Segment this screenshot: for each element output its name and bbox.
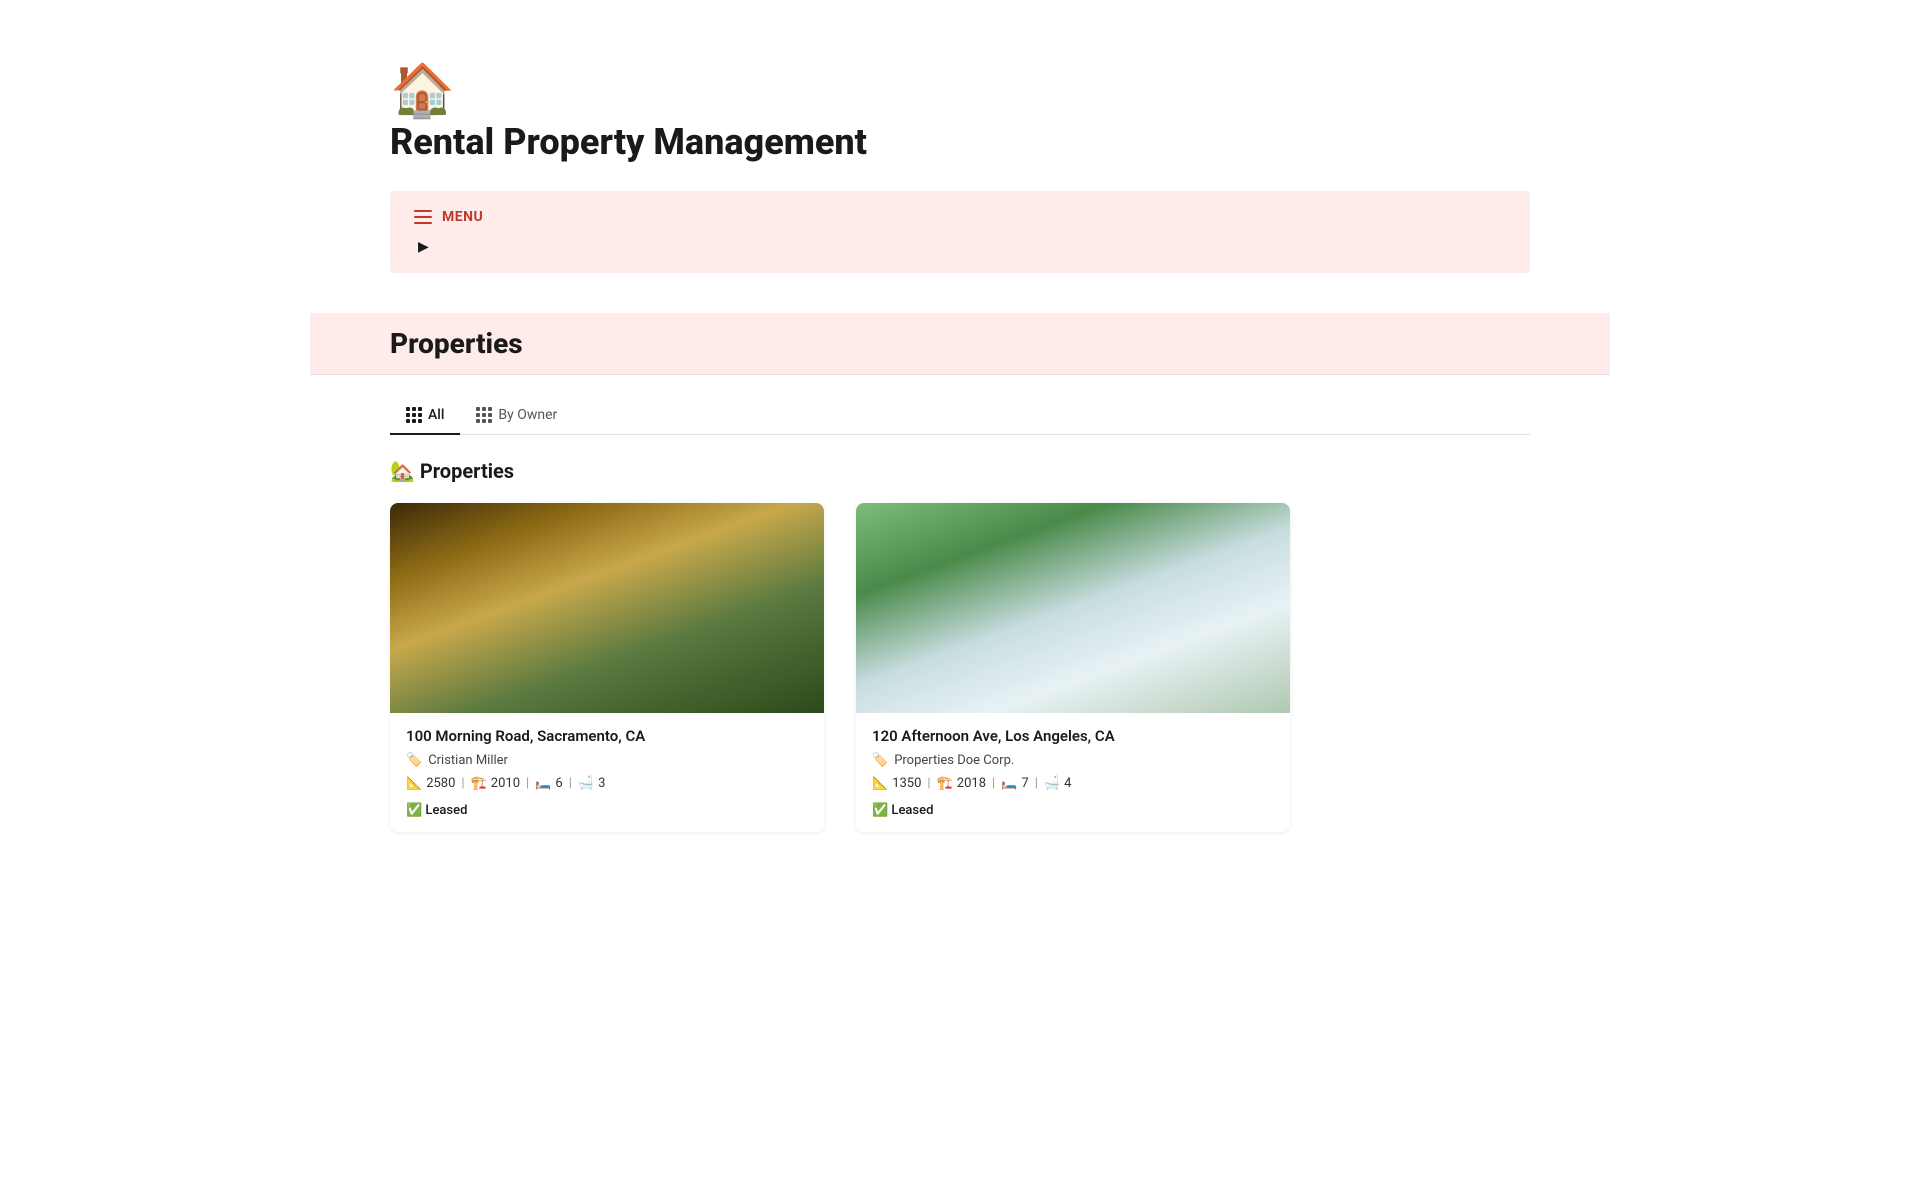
app-logo-container: 🏠 bbox=[390, 60, 1530, 121]
owner-name-2: Properties Doe Corp. bbox=[894, 753, 1014, 768]
tab-all[interactable]: All bbox=[390, 399, 460, 435]
beds-2: 7 bbox=[1021, 776, 1028, 791]
area-icon-2: 📐 bbox=[872, 776, 888, 791]
year-icon-2: 🏗️ bbox=[937, 776, 953, 791]
property-stats-1: 📐 2580 | 🏗️ 2010 | 🛏️ 6 | 🛁 3 bbox=[406, 776, 808, 791]
bed-icon-1: 🛏️ bbox=[535, 776, 551, 791]
year-2: 2018 bbox=[957, 776, 986, 791]
properties-group-title: 🏡 Properties bbox=[390, 459, 1530, 483]
property-owner-1: 🏷️ Cristian Miller bbox=[406, 753, 808, 768]
owner-icon-2: 🏷️ bbox=[872, 753, 888, 768]
grid-icon-all bbox=[406, 407, 422, 423]
sq-ft-2: 1350 bbox=[892, 776, 921, 791]
property-image-2 bbox=[856, 503, 1290, 713]
property-stats-2: 📐 1350 | 🏗️ 2018 | 🛏️ 7 | 🛁 4 bbox=[872, 776, 1274, 791]
year-icon-1: 🏗️ bbox=[471, 776, 487, 791]
beds-1: 6 bbox=[555, 776, 562, 791]
bath-icon-2: 🛁 bbox=[1044, 776, 1060, 791]
tab-all-label: All bbox=[428, 407, 444, 423]
property-image-1 bbox=[390, 503, 824, 713]
sq-ft-1: 2580 bbox=[426, 776, 455, 791]
bed-icon-2: 🛏️ bbox=[1001, 776, 1017, 791]
area-icon-1: 📐 bbox=[406, 776, 422, 791]
property-owner-2: 🏷️ Properties Doe Corp. bbox=[872, 753, 1274, 768]
tabs-container: All By Owner bbox=[390, 399, 1530, 435]
status-badge-2: ✅ Leased bbox=[872, 803, 933, 818]
property-info-1: 100 Morning Road, Sacramento, CA 🏷️ Cris… bbox=[390, 713, 824, 832]
tab-by-owner[interactable]: By Owner bbox=[460, 399, 573, 435]
property-address-2: 120 Afternoon Ave, Los Angeles, CA bbox=[872, 727, 1274, 745]
baths-2: 4 bbox=[1064, 776, 1071, 791]
menu-lines-icon bbox=[414, 210, 432, 224]
properties-heading: Properties bbox=[390, 327, 523, 360]
app-title: Rental Property Management bbox=[390, 121, 1530, 163]
status-text-1: ✅ Leased bbox=[406, 803, 467, 818]
properties-group-title-text: 🏡 Properties bbox=[390, 459, 514, 483]
property-grid: 100 Morning Road, Sacramento, CA 🏷️ Cris… bbox=[390, 503, 1290, 832]
property-info-2: 120 Afternoon Ave, Los Angeles, CA 🏷️ Pr… bbox=[856, 713, 1290, 832]
owner-icon-1: 🏷️ bbox=[406, 753, 422, 768]
bath-icon-1: 🛁 bbox=[578, 776, 594, 791]
property-card-2[interactable]: 120 Afternoon Ave, Los Angeles, CA 🏷️ Pr… bbox=[856, 503, 1290, 832]
menu-arrow[interactable]: ▶ bbox=[418, 239, 1506, 255]
owner-name-1: Cristian Miller bbox=[428, 753, 508, 768]
menu-label: MENU bbox=[442, 209, 483, 225]
properties-section-header: Properties bbox=[310, 313, 1610, 375]
baths-1: 3 bbox=[598, 776, 605, 791]
property-card-1[interactable]: 100 Morning Road, Sacramento, CA 🏷️ Cris… bbox=[390, 503, 824, 832]
grid-icon-by-owner bbox=[476, 407, 492, 423]
year-1: 2010 bbox=[491, 776, 520, 791]
app-logo-icon: 🏠 bbox=[390, 60, 455, 121]
status-badge-1: ✅ Leased bbox=[406, 803, 467, 818]
tab-by-owner-label: By Owner bbox=[498, 407, 557, 423]
menu-bar: MENU ▶ bbox=[390, 191, 1530, 273]
status-text-2: ✅ Leased bbox=[872, 803, 933, 818]
menu-toggle[interactable]: MENU bbox=[414, 209, 1506, 225]
property-address-1: 100 Morning Road, Sacramento, CA bbox=[406, 727, 808, 745]
